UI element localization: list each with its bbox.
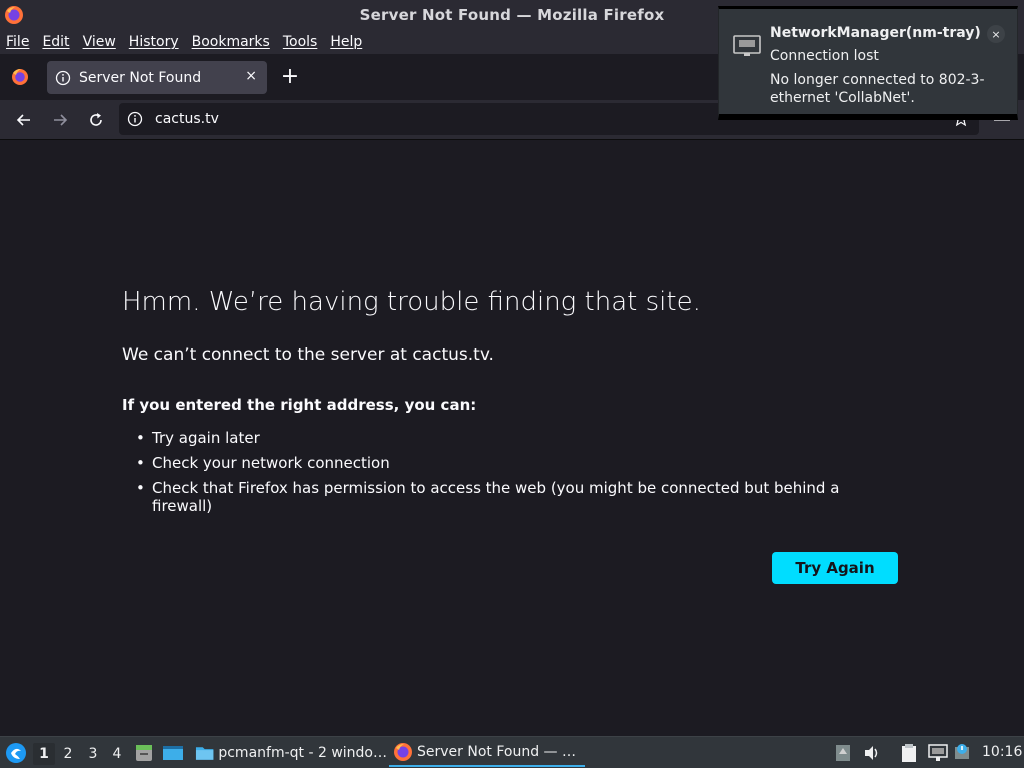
menu-help[interactable]: Help (330, 34, 362, 50)
reload-icon (90, 113, 102, 126)
site-info-icon[interactable] (127, 111, 143, 127)
notification-popup[interactable]: NetworkManager(nm-tray) Connection lost … (718, 6, 1018, 120)
notification-close-icon[interactable]: × (987, 25, 1005, 43)
firefox-icon[interactable] (4, 5, 24, 25)
taskbar: 1 2 3 4 pcmanfm-qt - 2 windo… Server Not… (0, 736, 1024, 768)
clipboard-icon[interactable] (900, 743, 918, 763)
tab-label: Server Not Found (79, 69, 202, 86)
task-label: pcmanfm-qt - 2 windo… (218, 745, 387, 761)
window-title: Server Not Found — Mozilla Firefox (359, 6, 665, 24)
menu-view[interactable]: View (83, 34, 116, 50)
menu-bookmarks[interactable]: Bookmarks (192, 34, 270, 50)
forward-button[interactable] (48, 108, 72, 132)
info-icon (55, 70, 71, 85)
folder-icon (195, 747, 214, 760)
forward-arrow-icon (54, 114, 68, 126)
list-item: Try again later (122, 429, 862, 447)
clock[interactable]: 10:16 (982, 744, 1022, 760)
show-desktop-icon[interactable] (162, 743, 184, 763)
notification-body: No longer connected to 802-3-ethernet 'C… (770, 72, 985, 106)
system-tray-arrow-icon[interactable] (835, 744, 851, 762)
back-arrow-icon (16, 114, 30, 126)
file-manager-launcher-icon[interactable] (134, 743, 154, 763)
new-tab-button[interactable]: + (278, 64, 302, 89)
error-description: We can’t connect to the server at cactus… (122, 345, 494, 365)
url-text[interactable]: cactus.tv (155, 111, 219, 127)
notification-app-name: NetworkManager(nm-tray) (770, 25, 981, 41)
network-wired-icon (733, 35, 761, 56)
task-label: Server Not Found — … (417, 744, 576, 760)
menu-tools[interactable]: Tools (283, 34, 318, 50)
error-title: Hmm. We’re having trouble finding that s… (122, 287, 701, 317)
back-button[interactable] (12, 108, 36, 132)
menu-file[interactable]: File (6, 34, 29, 50)
reload-button[interactable] (84, 108, 108, 132)
desktop-2[interactable]: 2 (57, 743, 79, 765)
taskbar-task-firefox[interactable]: Server Not Found — … (389, 739, 585, 767)
firefox-view-icon[interactable] (10, 67, 30, 87)
tab-server-not-found[interactable]: Server Not Found × (47, 61, 267, 94)
menu-history[interactable]: History (129, 34, 179, 50)
tab-close-icon[interactable]: × (245, 68, 257, 84)
desktop-4[interactable]: 4 (106, 743, 128, 765)
error-page: Hmm. We’re having trouble finding that s… (0, 141, 1024, 736)
list-item: Check your network connection (122, 454, 862, 472)
desktop-3[interactable]: 3 (82, 743, 104, 765)
taskbar-task-pcmanfm[interactable]: pcmanfm-qt - 2 windo… (191, 739, 387, 767)
error-suggestions-heading: If you entered the right address, you ca… (122, 396, 477, 414)
notification-summary: Connection lost (770, 48, 879, 64)
start-menu-icon[interactable] (5, 742, 27, 764)
list-item: Check that Firefox has permission to acc… (122, 479, 862, 515)
error-suggestions-list: Try again later Check your network conne… (122, 429, 862, 522)
update-notifier-icon[interactable] (954, 743, 970, 761)
menu-edit[interactable]: Edit (42, 34, 69, 50)
try-again-button[interactable]: Try Again (772, 552, 898, 584)
firefox-icon (394, 743, 412, 761)
network-tray-icon[interactable] (928, 744, 948, 762)
volume-icon[interactable] (863, 744, 881, 762)
desktop-1[interactable]: 1 (33, 743, 55, 765)
